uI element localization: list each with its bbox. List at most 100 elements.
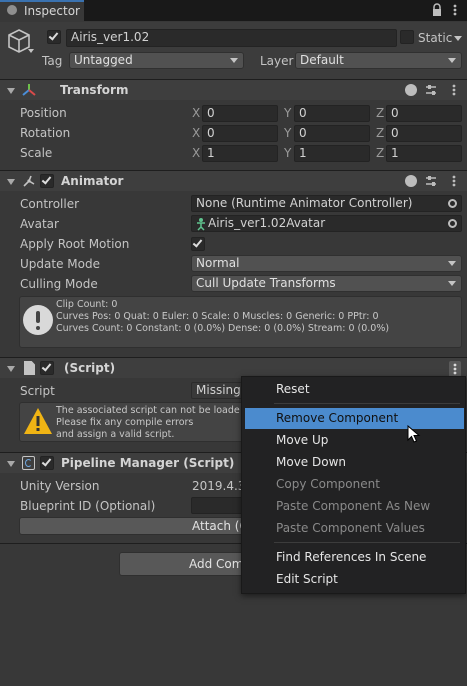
position-z-field[interactable]: 0 [386,105,462,122]
animator-foldout-icon[interactable] [7,179,15,185]
tag-dropdown-arrow-icon [230,58,238,63]
tag-label: Tag [42,54,63,68]
culling-mode-dropdown[interactable]: Cull Update Transforms [191,275,462,292]
active-checkmark-icon [48,30,59,41]
controller-label: Controller [20,197,80,211]
scale-z-field[interactable]: 1 [386,145,462,162]
rotation-z-field[interactable]: 0 [386,125,462,142]
tag-dropdown[interactable]: Untagged [69,52,244,69]
rotation-y-axis[interactable]: Y [284,125,291,141]
culling-mode-label: Culling Mode [20,277,98,291]
object-picker-icon[interactable] [448,199,457,208]
rotation-y-field[interactable]: 0 [294,125,370,142]
menu-item-find-references[interactable]: Find References In Scene [245,547,464,568]
animator-enabled-checkbox[interactable] [40,174,54,188]
warning-line-1: The associated script can not be loade [56,405,240,416]
apply-root-motion-checkbox[interactable] [191,237,205,251]
warning-line-2: Please fix any compile errors [56,417,194,428]
menu-item-copy-component[interactable]: Copy Component [245,474,464,495]
script-label: Script [20,384,55,398]
menu-item-paste-component-values[interactable]: Paste Component Values [245,518,464,539]
avatar-label: Avatar [20,217,59,231]
gameobject-active-checkbox[interactable] [47,30,61,44]
component-menu-icon[interactable] [451,83,457,97]
menu-separator [274,403,460,404]
gameobject-name-field[interactable]: Airis_ver1.02 [66,29,397,47]
component-menu-icon[interactable] [451,174,457,188]
scale-x-field[interactable]: 1 [202,145,278,162]
animator-icon [22,174,36,188]
position-label: Position [20,106,67,120]
scale-y-field[interactable]: 1 [294,145,370,162]
menu-item-edit-script[interactable]: Edit Script [245,569,464,590]
controller-value: None (Runtime Animator Controller) [196,196,413,210]
object-picker-icon[interactable] [448,219,457,228]
rotation-x-axis[interactable]: X [192,125,200,141]
root-motion-checkmark-icon [192,237,203,248]
missing-script-foldout-icon[interactable] [7,366,15,372]
menu-item-paste-component-as-new[interactable]: Paste Component As New [245,496,464,517]
presets-icon[interactable] [425,83,437,97]
scale-x-axis[interactable]: X [192,145,200,161]
component-menu-icon[interactable] [449,361,461,377]
menu-item-reset[interactable]: Reset [245,379,464,400]
icon-dropdown-arrow-icon[interactable] [28,49,34,53]
update-mode-label: Update Mode [20,257,100,271]
mouse-cursor-icon [407,424,421,445]
animator-header-icons [405,173,461,189]
missing-script-title: (Script) [64,361,116,375]
missing-script-checkmark-icon [41,361,52,372]
attach-button-label: Attach (C [192,519,248,533]
info-line-2: Curves Pos: 0 Quat: 0 Euler: 0 Scale: 0 … [56,311,379,322]
animator-header[interactable]: Animator [0,170,467,191]
blueprint-id-label: Blueprint ID (Optional) [20,499,156,513]
update-mode-dropdown[interactable]: Normal [191,255,462,272]
pipeline-enabled-checkbox[interactable] [40,456,54,470]
missing-script-header[interactable]: (Script) [0,357,467,378]
position-x-field[interactable]: 0 [202,105,278,122]
controller-field[interactable]: None (Runtime Animator Controller) [191,195,462,212]
menu-item-move-up[interactable]: Move Up [245,430,464,451]
rotation-label: Rotation [20,126,71,140]
culling-mode-arrow-icon [448,281,456,286]
missing-script-checkbox[interactable] [40,361,54,375]
unity-version-value: 2019.4.3 [192,479,246,493]
update-mode-arrow-icon [448,261,456,266]
tab-menu-icon[interactable] [452,3,458,17]
position-y-field[interactable]: 0 [294,105,370,122]
position-y-axis[interactable]: Y [284,105,291,121]
attach-button[interactable]: Attach (C [19,517,251,535]
static-checkbox[interactable] [400,30,414,44]
rotation-z-axis[interactable]: Z [376,125,384,141]
position-z-axis[interactable]: Z [376,105,384,121]
pipeline-foldout-icon[interactable] [7,461,15,467]
inspector-tab[interactable]: Inspector [0,0,84,21]
warning-icon [23,407,53,435]
avatar-value: Airis_ver1.02Avatar [208,216,326,230]
transform-foldout-icon[interactable] [7,88,15,94]
animator-checkmark-icon [41,174,52,185]
csharp-script-icon [22,456,35,470]
menu-item-move-down[interactable]: Move Down [245,452,464,473]
transform-header-icons [405,82,461,98]
help-icon[interactable] [405,175,417,187]
position-x-axis[interactable]: X [192,105,200,121]
menu-item-remove-component[interactable]: Remove Component [245,408,464,429]
layer-dropdown[interactable]: Default [295,52,462,69]
info-line-3: Curves Count: 0 Constant: 0 (0.0%) Dense… [56,323,390,334]
transform-header[interactable]: Transform [0,79,467,100]
scale-z-axis[interactable]: Z [376,145,384,161]
pipeline-title: Pipeline Manager (Script) [61,456,235,470]
inspector-tab-label: Inspector [24,4,80,18]
update-mode-value: Normal [196,256,240,270]
static-dropdown-arrow-icon[interactable] [454,36,462,41]
presets-icon[interactable] [425,174,437,188]
rotation-x-field[interactable]: 0 [202,125,278,142]
avatar-field[interactable]: Airis_ver1.02Avatar [191,215,462,232]
layer-value: Default [300,53,344,67]
help-icon[interactable] [405,84,417,96]
scale-y-axis[interactable]: Y [284,145,291,161]
add-component-button[interactable]: Add Com [119,552,249,576]
lock-icon[interactable] [431,3,443,17]
layer-label: Layer [260,54,294,68]
